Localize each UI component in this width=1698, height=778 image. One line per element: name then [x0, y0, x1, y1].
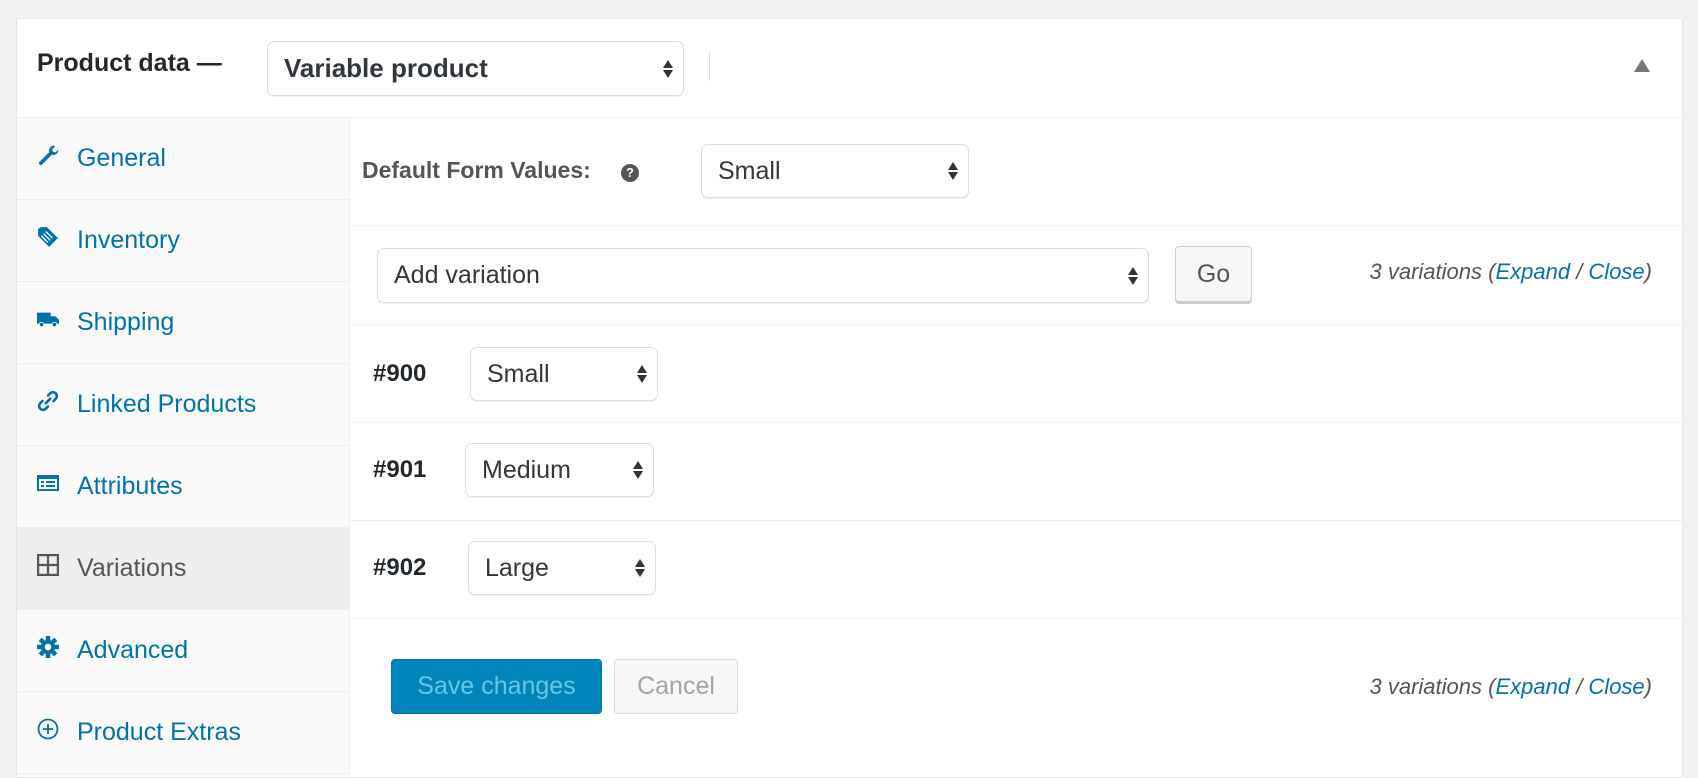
tab-linked-products[interactable]: Linked Products — [17, 364, 349, 446]
header-divider — [709, 51, 710, 81]
help-icon[interactable]: ? — [621, 164, 639, 182]
cancel-button[interactable]: Cancel — [614, 659, 738, 714]
variation-count: 3 variations (Expand / Close) — [1370, 259, 1653, 285]
count-end: ) — [1644, 259, 1652, 284]
tab-inventory[interactable]: Inventory — [17, 200, 349, 282]
tab-label: Linked Products — [77, 390, 257, 418]
tab-label: Variations — [77, 554, 187, 582]
wrench-icon — [37, 144, 59, 166]
variation-size-select[interactable]: Medium — [465, 443, 654, 497]
variation-size-value: Medium — [482, 455, 571, 484]
tab-shipping[interactable]: Shipping — [17, 282, 349, 364]
variations-panel: Default Form Values: ? Small Add variati… — [351, 118, 1682, 777]
tag-icon — [37, 226, 59, 248]
save-changes-button[interactable]: Save changes — [391, 659, 602, 714]
tab-label: Inventory — [77, 226, 180, 254]
tab-label: Shipping — [77, 308, 175, 336]
variation-id: #901 — [373, 456, 427, 483]
product-type-select[interactable]: Variable product — [267, 41, 684, 96]
variation-id: #900 — [373, 360, 427, 387]
tab-variations[interactable]: Variations — [17, 528, 349, 610]
default-form-values-label: Default Form Values: — [362, 157, 591, 183]
select-arrows-icon — [633, 461, 643, 479]
tab-label: Product Extras — [77, 718, 241, 746]
product-data-tabs: General Inventory Shipping Linked Produc… — [17, 118, 350, 777]
variation-size-select[interactable]: Small — [470, 347, 658, 401]
variation-size-value: Large — [485, 553, 549, 582]
triangle-up-icon[interactable] — [1634, 59, 1650, 72]
expand-link[interactable]: Expand — [1495, 674, 1570, 699]
select-arrows-icon — [948, 162, 958, 180]
variation-action-select[interactable]: Add variation — [377, 248, 1149, 303]
tab-label: Advanced — [77, 636, 189, 664]
default-form-values-row: Default Form Values: ? Small — [351, 118, 1682, 226]
variation-count-bottom: 3 variations (Expand / Close) — [1370, 674, 1653, 700]
variation-count-text: 3 variations ( — [1369, 259, 1496, 284]
count-end: ) — [1644, 674, 1652, 699]
tab-product-extras[interactable]: Product Extras — [17, 692, 349, 774]
variation-row[interactable]: #900 Small — [351, 325, 1682, 423]
product-type-value: Variable product — [284, 53, 488, 83]
select-arrows-icon — [635, 559, 645, 577]
variation-size-select[interactable]: Large — [468, 541, 656, 595]
link-icon — [37, 390, 59, 412]
variation-row[interactable]: #901 Medium — [351, 423, 1682, 521]
select-arrows-icon — [637, 365, 647, 383]
variation-id: #902 — [373, 554, 427, 581]
panel-title: Product data — — [37, 49, 222, 77]
count-separator: / — [1570, 674, 1589, 699]
close-link[interactable]: Close — [1588, 674, 1644, 699]
tab-label: General — [77, 144, 166, 172]
tab-label: Attributes — [77, 472, 183, 500]
variation-size-value: Small — [487, 359, 550, 388]
select-arrows-icon — [1128, 266, 1138, 285]
variation-action-value: Add variation — [394, 261, 540, 289]
default-size-value: Small — [718, 156, 781, 185]
close-link[interactable]: Close — [1588, 259, 1644, 284]
go-button[interactable]: Go — [1175, 246, 1252, 302]
variation-count-text: 3 variations ( — [1369, 674, 1496, 699]
grid-icon — [37, 553, 59, 576]
list-card-icon — [37, 472, 59, 494]
gear-icon — [37, 635, 59, 658]
add-variation-row: Add variation Go 3 variations (Expand / … — [351, 226, 1682, 325]
tab-general[interactable]: General — [17, 118, 349, 200]
expand-link[interactable]: Expand — [1495, 259, 1570, 284]
variation-row[interactable]: #902 Large — [351, 521, 1682, 619]
tab-attributes[interactable]: Attributes — [17, 446, 349, 528]
select-arrows-icon — [663, 59, 673, 78]
count-separator: / — [1570, 259, 1589, 284]
product-data-panel: Product data — Variable product General … — [16, 18, 1683, 778]
default-size-select[interactable]: Small — [701, 144, 969, 198]
tab-advanced[interactable]: Advanced — [17, 610, 349, 692]
truck-icon — [37, 308, 59, 330]
panel-header: Product data — Variable product — [17, 19, 1682, 118]
plus-circle-icon — [37, 718, 59, 740]
